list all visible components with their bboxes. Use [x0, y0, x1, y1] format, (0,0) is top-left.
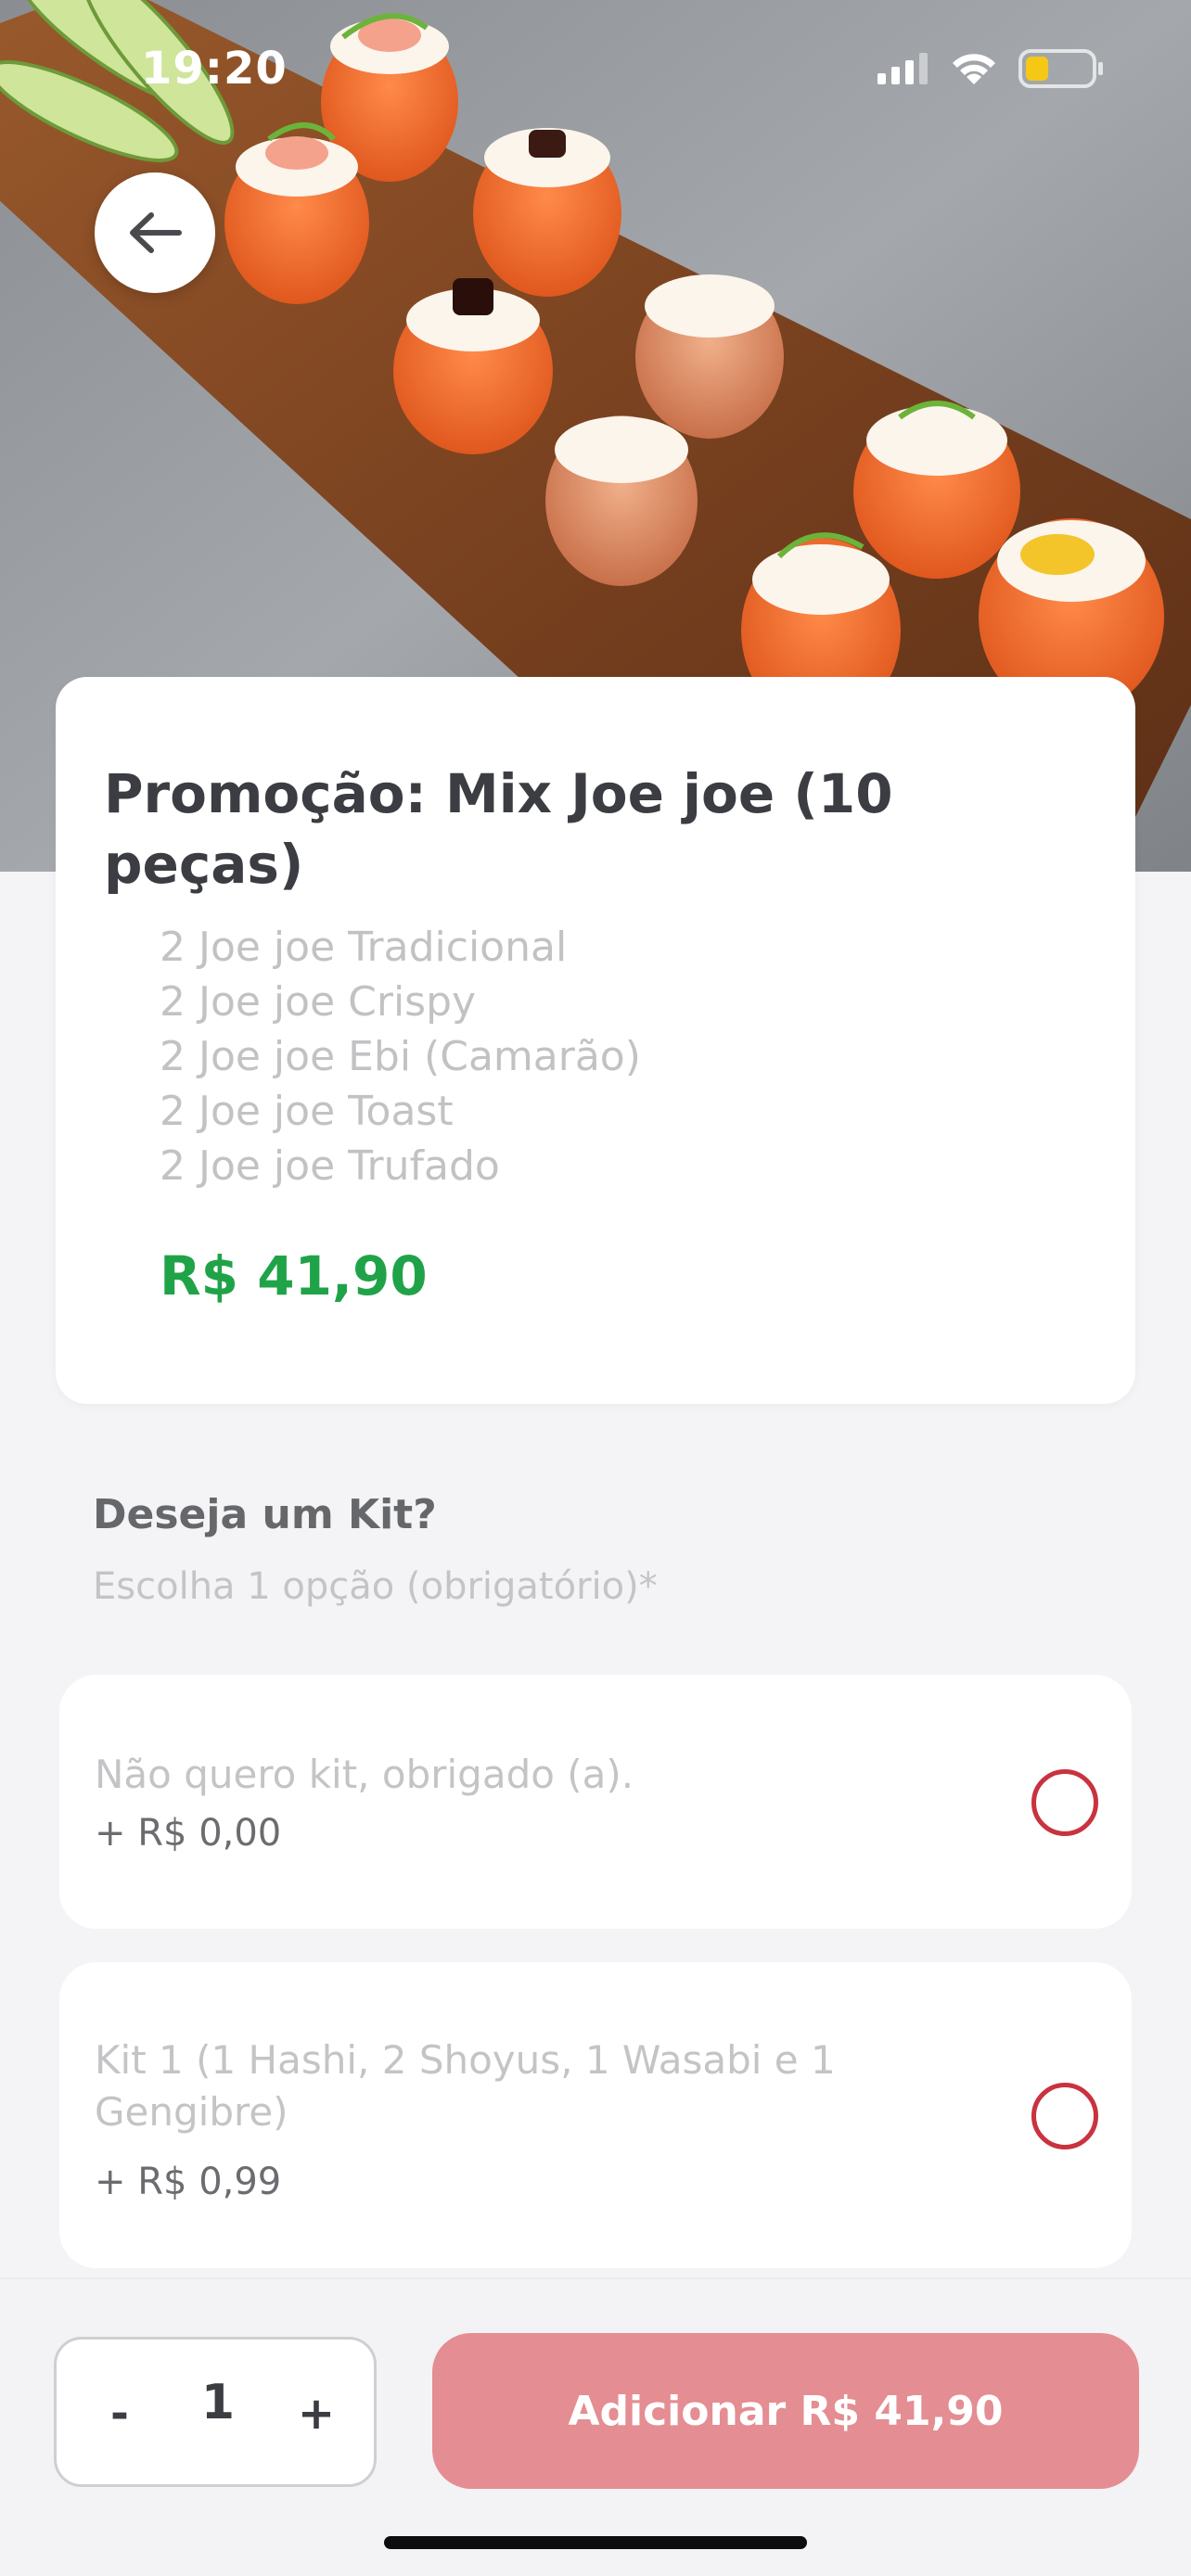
description-line: 2 Joe joe Tradicional: [160, 924, 568, 971]
status-bar: 19:20: [0, 0, 1191, 139]
add-to-cart-button[interactable]: Adicionar R$ 41,90: [432, 2333, 1139, 2489]
description-line: 2 Joe joe Trufado: [160, 1142, 500, 1190]
description-line: 2 Joe joe Toast: [160, 1088, 454, 1135]
status-icons: [877, 49, 1104, 88]
home-indicator: [384, 2536, 807, 2549]
option-price: + R$ 0,99: [95, 2161, 282, 2203]
quantity-value: 1: [200, 2375, 236, 2430]
product-price: R$ 41,90: [160, 1244, 428, 1307]
kit-option-kit-1[interactable]: Kit 1 (1 Hashi, 2 Shoyus, 1 Wasabi e 1 G…: [59, 1962, 1132, 2268]
wifi-icon: [953, 54, 995, 84]
signal-icon: [877, 53, 928, 84]
kit-section-title: Deseja um Kit?: [93, 1491, 437, 1538]
option-label: Não quero kit, obrigado (a).: [95, 1752, 634, 1797]
status-time: 19:20: [141, 43, 288, 95]
description-line: 2 Joe joe Ebi (Camarão): [160, 1033, 641, 1080]
product-description: 2 Joe joe Tradicional 2 Joe joe Crispy 2…: [160, 920, 1069, 1193]
back-button[interactable]: [95, 172, 215, 293]
option-price: + R$ 0,00: [95, 1812, 282, 1855]
option-radio[interactable]: [1031, 2083, 1098, 2149]
increase-quantity-button[interactable]: +: [279, 2377, 353, 2451]
quantity-stepper: - 1 +: [54, 2337, 377, 2487]
description-line: 2 Joe joe Crispy: [160, 978, 477, 1026]
decrease-quantity-button[interactable]: -: [83, 2377, 157, 2451]
kit-option-no-kit[interactable]: Não quero kit, obrigado (a). + R$ 0,00: [59, 1675, 1132, 1929]
option-radio[interactable]: [1031, 1769, 1098, 1836]
kit-section-subtitle: Escolha 1 opção (obrigatório)*: [93, 1565, 658, 1608]
product-title: Promoção: Mix Joe joe (10 peças): [104, 762, 893, 896]
option-label: Kit 1 (1 Hashi, 2 Shoyus, 1 Wasabi e 1 G…: [95, 2037, 836, 2135]
arrow-left-icon: [130, 212, 182, 253]
battery-icon: [1018, 49, 1103, 88]
